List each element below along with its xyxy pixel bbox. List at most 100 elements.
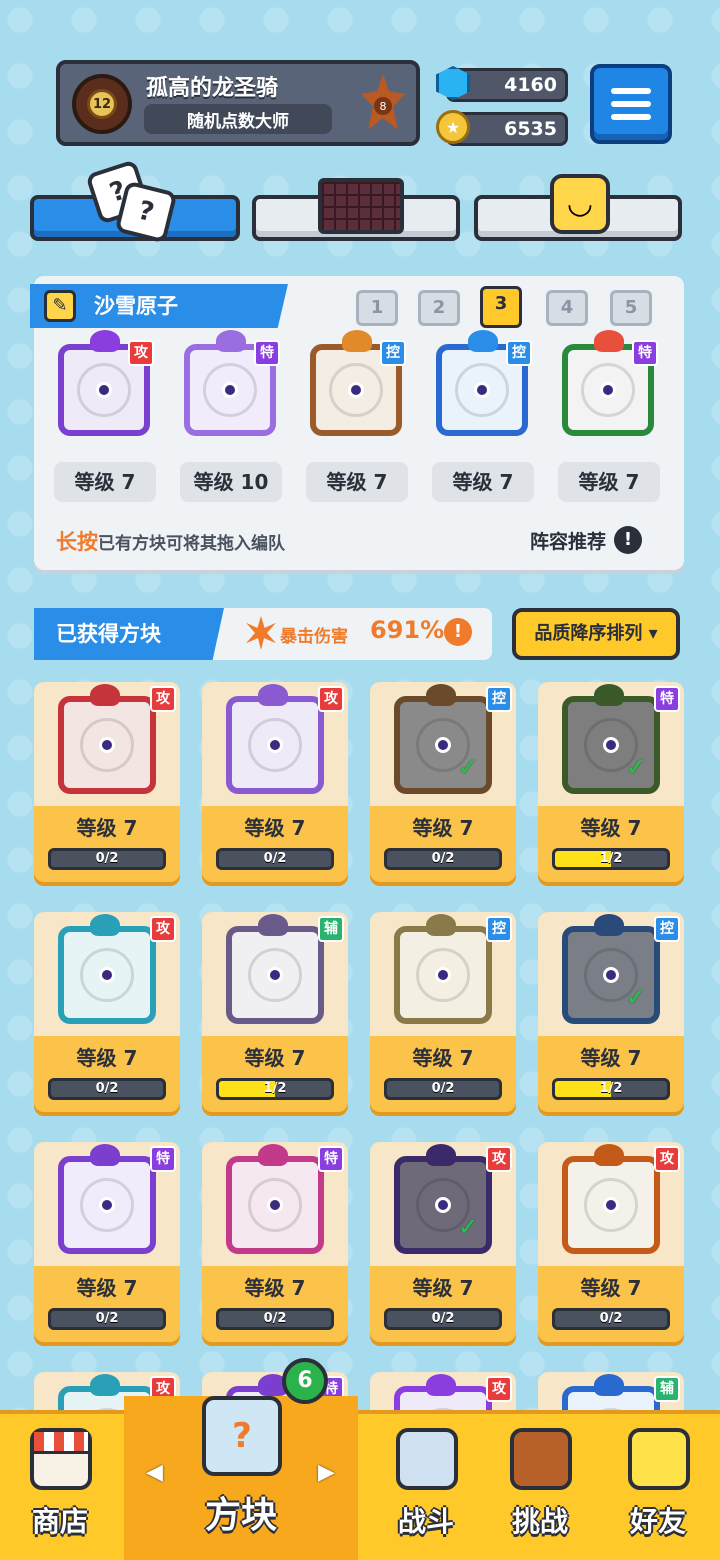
card-level: 等级 7: [244, 1046, 306, 1070]
progress-text: 1/2: [263, 1081, 287, 1096]
deck-number-4[interactable]: 4: [546, 290, 588, 326]
block-tile: [58, 926, 156, 1024]
shield-sword-icon: [396, 1428, 458, 1490]
dragon-crest-icon: [594, 330, 624, 352]
progress-text: 1/2: [599, 851, 623, 866]
deck-slot[interactable]: 特: [554, 330, 658, 446]
progress-text: 0/2: [95, 851, 119, 866]
deck-slot[interactable]: 控: [428, 330, 532, 446]
tile-core-icon: [267, 737, 283, 753]
tile-core-icon: [99, 967, 115, 983]
deck-slot[interactable]: 控: [302, 330, 406, 446]
avatar-level-badge: 12: [87, 89, 117, 119]
recommend-label: 阵容推荐: [530, 530, 607, 553]
upgrade-progress-bar: 0/2: [552, 1308, 670, 1330]
coin-icon: ★: [436, 110, 470, 144]
nav-shop[interactable]: 商店: [0, 1410, 120, 1560]
card-level: 等级 7: [244, 816, 306, 840]
card-level: 等级 7: [76, 1046, 138, 1070]
block-type-tag: 特: [632, 340, 658, 366]
checkmark-icon: ✓: [458, 1213, 479, 1241]
deck-number-3[interactable]: 3: [480, 286, 522, 328]
deck-slot-level: 等级 7: [558, 462, 660, 502]
deck-number-1[interactable]: 1: [356, 290, 398, 326]
owned-block-card[interactable]: 控等级 7 0/2: [370, 912, 516, 1112]
crit-damage-value: 691%: [370, 616, 445, 644]
block-type-tag: 攻: [486, 1146, 512, 1172]
sort-dropdown[interactable]: 品质降序排列 ▾: [512, 608, 680, 660]
owned-block-card[interactable]: 辅等级 7 1/2: [202, 912, 348, 1112]
pencil-icon[interactable]: ✎: [44, 290, 76, 322]
dragon-crest-icon: [90, 1144, 120, 1166]
owned-block-card[interactable]: 攻 ✓ 等级 7 0/2: [370, 1142, 516, 1342]
rank-star-icon[interactable]: 8: [360, 74, 406, 130]
owned-block-card[interactable]: 特等级 7 0/2: [34, 1142, 180, 1342]
player-avatar[interactable]: 12: [72, 74, 132, 134]
deck-slot[interactable]: 特: [176, 330, 280, 446]
block-type-tag: 攻: [318, 686, 344, 712]
deck-slot[interactable]: 攻: [50, 330, 154, 446]
owned-block-card[interactable]: 控 ✓ 等级 7 0/2: [370, 682, 516, 882]
dragon-crest-icon: [342, 330, 372, 352]
card-level: 等级 7: [412, 816, 474, 840]
player-title: 随机点数大师: [144, 104, 332, 134]
rank-number: 8: [374, 97, 392, 115]
tile-core-icon: [435, 1197, 451, 1213]
prev-arrow-icon[interactable]: ◀: [146, 1460, 163, 1485]
progress-text: 0/2: [431, 851, 455, 866]
nav-friends-label: 好友: [629, 1505, 686, 1538]
hint-text: 已有方块可将其拖入编队: [98, 534, 285, 554]
deck-number-2[interactable]: 2: [418, 290, 460, 326]
nav-challenge[interactable]: 挑战: [480, 1410, 600, 1560]
card-level: 等级 7: [76, 816, 138, 840]
deck-slot-level: 等级 7: [306, 462, 408, 502]
progress-text: 0/2: [431, 1311, 455, 1326]
progress-text: 0/2: [599, 1311, 623, 1326]
player-name: 孤高的龙圣骑: [146, 76, 279, 101]
tile-core-icon: [435, 967, 451, 983]
dragon-crest-icon: [594, 1374, 624, 1396]
dragon-crest-icon: [90, 1374, 120, 1396]
exclamation-icon: !: [614, 526, 643, 554]
block-tile: [226, 1156, 324, 1254]
owned-block-card[interactable]: 攻等级 7 0/2: [202, 682, 348, 882]
menu-line: [611, 114, 651, 120]
dragon-crest-icon: [216, 330, 246, 352]
menu-button[interactable]: [590, 64, 672, 144]
upgrade-progress-bar: 1/2: [552, 848, 670, 870]
owned-block-card[interactable]: 特等级 7 0/2: [202, 1142, 348, 1342]
upgrade-progress-bar: 1/2: [216, 1078, 334, 1100]
owned-block-card[interactable]: 攻等级 7 0/2: [34, 912, 180, 1112]
block-type-tag: 攻: [150, 686, 176, 712]
owned-block-card[interactable]: 攻等级 7 0/2: [34, 682, 180, 882]
block-type-tag: 攻: [486, 1376, 512, 1402]
tile-core-icon: [267, 967, 283, 983]
next-arrow-icon[interactable]: ▶: [318, 1460, 335, 1485]
player-profile-panel[interactable]: 12 孤高的龙圣骑 随机点数大师 8: [56, 60, 420, 146]
block-type-tag: 控: [486, 686, 512, 712]
nav-shop-label: 商店: [31, 1505, 88, 1538]
deck-number-5[interactable]: 5: [610, 290, 652, 326]
progress-text: 0/2: [263, 851, 287, 866]
nav-friends[interactable]: 好友: [598, 1410, 718, 1560]
card-level: 等级 7: [580, 816, 642, 840]
block-type-tag: 特: [150, 1146, 176, 1172]
shop-icon: [30, 1428, 92, 1490]
crit-info-icon[interactable]: !: [444, 618, 472, 646]
tile-core-icon: [267, 1197, 283, 1213]
lineup-recommend-button[interactable]: 阵容推荐 !: [530, 526, 643, 554]
owned-block-card[interactable]: 攻等级 7 0/2: [538, 1142, 684, 1342]
owned-block-card[interactable]: 控 ✓ 等级 7 1/2: [538, 912, 684, 1112]
dragon-crest-icon: [594, 914, 624, 936]
nav-blocks-label: 方块: [204, 1495, 277, 1536]
card-level: 等级 7: [244, 1276, 306, 1300]
block-type-tag: 辅: [318, 916, 344, 942]
progress-text: 0/2: [431, 1081, 455, 1096]
dragon-crest-icon: [426, 1374, 456, 1396]
block-type-tag: 控: [506, 340, 532, 366]
owned-block-card[interactable]: 特 ✓ 等级 7 1/2: [538, 682, 684, 882]
dragon-crest-icon: [258, 1144, 288, 1166]
block-type-tag: 控: [380, 340, 406, 366]
nav-battle[interactable]: 战斗: [366, 1410, 486, 1560]
nav-blocks[interactable]: ? ◀ ▶ 方块: [124, 1396, 358, 1560]
